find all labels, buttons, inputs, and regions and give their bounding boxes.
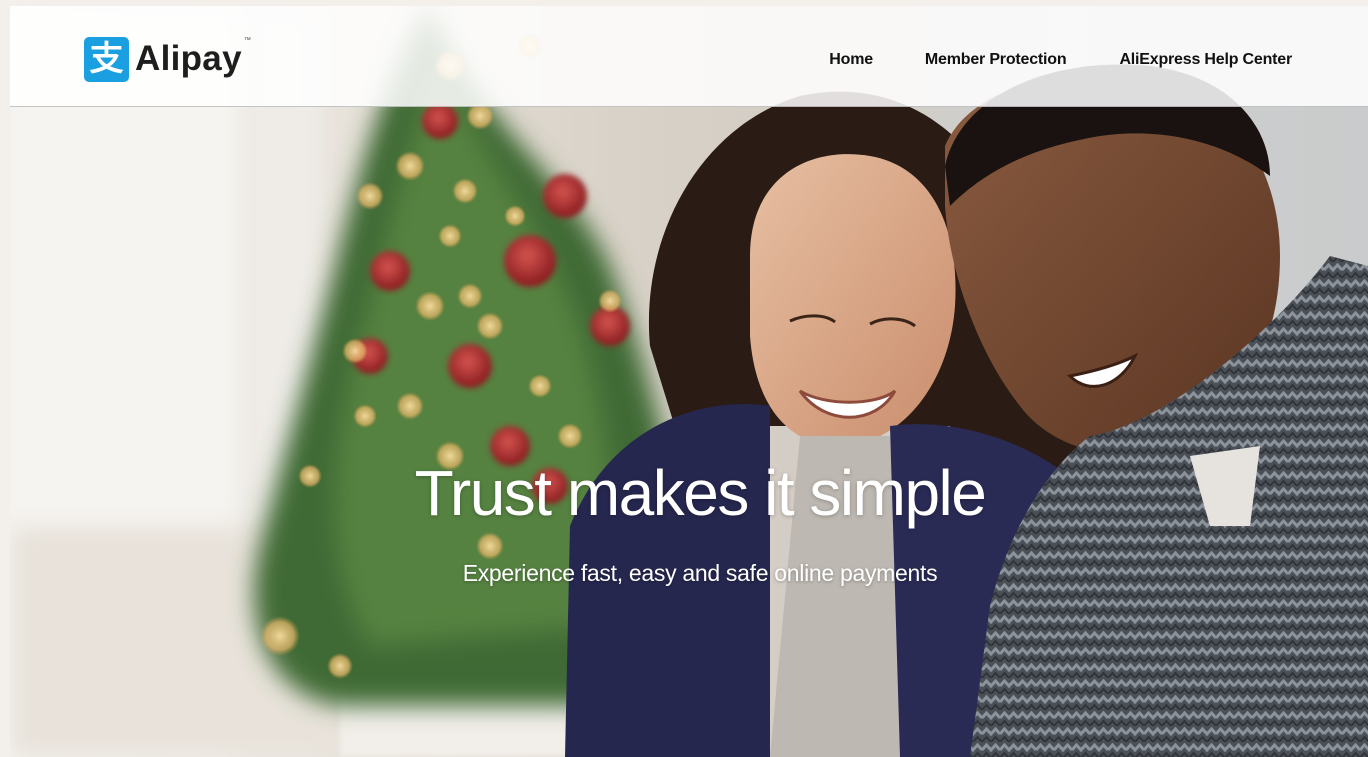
site-header: 支 Alipay ™ Home Member Protection AliExp…: [10, 6, 1368, 107]
hero-banner: [10, 6, 1368, 757]
nav-home-link[interactable]: Home: [829, 51, 873, 69]
trademark-mark: ™: [243, 37, 251, 44]
page: 支 Alipay ™ Home Member Protection AliExp…: [0, 0, 1368, 757]
nav-aliexpress-help-center-link[interactable]: AliExpress Help Center: [1119, 51, 1292, 69]
logo-text: Alipay: [135, 39, 242, 78]
nav-member-protection-link[interactable]: Member Protection: [925, 51, 1067, 69]
alipay-logo-icon: 支: [84, 36, 129, 82]
hero-photo: [10, 6, 1368, 757]
alipay-logo[interactable]: 支 Alipay ™: [84, 33, 251, 85]
main-nav: Home Member Protection AliExpress Help C…: [829, 51, 1292, 69]
hero-headline: Trust makes it simple: [414, 457, 987, 529]
hero-subheadline: Experience fast, easy and safe online pa…: [462, 560, 938, 586]
